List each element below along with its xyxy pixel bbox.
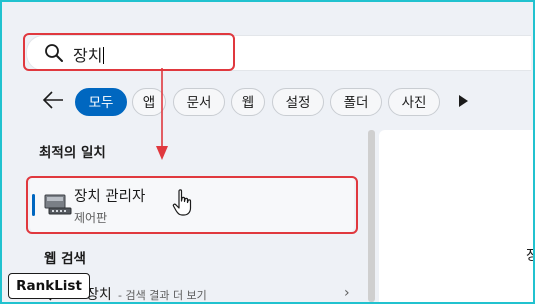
scrollbar[interactable] xyxy=(368,130,375,302)
hand-cursor-icon xyxy=(172,189,192,216)
filter-chip-photos[interactable]: 사진 xyxy=(388,88,440,116)
filter-chip-folders[interactable]: 폴더 xyxy=(330,88,382,116)
more-filters-icon[interactable] xyxy=(459,95,468,107)
ranklist-badge: RankList xyxy=(8,273,90,299)
filter-chip-settings[interactable]: 설정 xyxy=(272,88,324,116)
preview-partial-text: 장 xyxy=(526,245,533,265)
back-arrow-icon[interactable] xyxy=(42,91,64,109)
annotation-arrow-icon xyxy=(156,68,168,160)
web-search-heading: 웹 검색 xyxy=(44,251,86,267)
filter-chip-web[interactable]: 웹 xyxy=(231,88,265,116)
search-window: 장치 모두 앱 문서 웹 설정 폴더 사진 최적의 일치 장치 관리자 제어판 … xyxy=(0,0,535,304)
filter-bar: 모두 앱 문서 웹 설정 폴더 사진 xyxy=(2,82,533,120)
best-match-heading: 최적의 일치 xyxy=(39,145,106,161)
chevron-right-icon[interactable]: › xyxy=(344,285,350,301)
filter-chip-all[interactable]: 모두 xyxy=(75,88,127,116)
filter-chip-documents[interactable]: 문서 xyxy=(173,88,225,116)
web-search-hint: - 검색 결과 더 보기 xyxy=(118,289,207,302)
search-highlight-box xyxy=(23,33,235,71)
preview-pane xyxy=(379,130,533,302)
